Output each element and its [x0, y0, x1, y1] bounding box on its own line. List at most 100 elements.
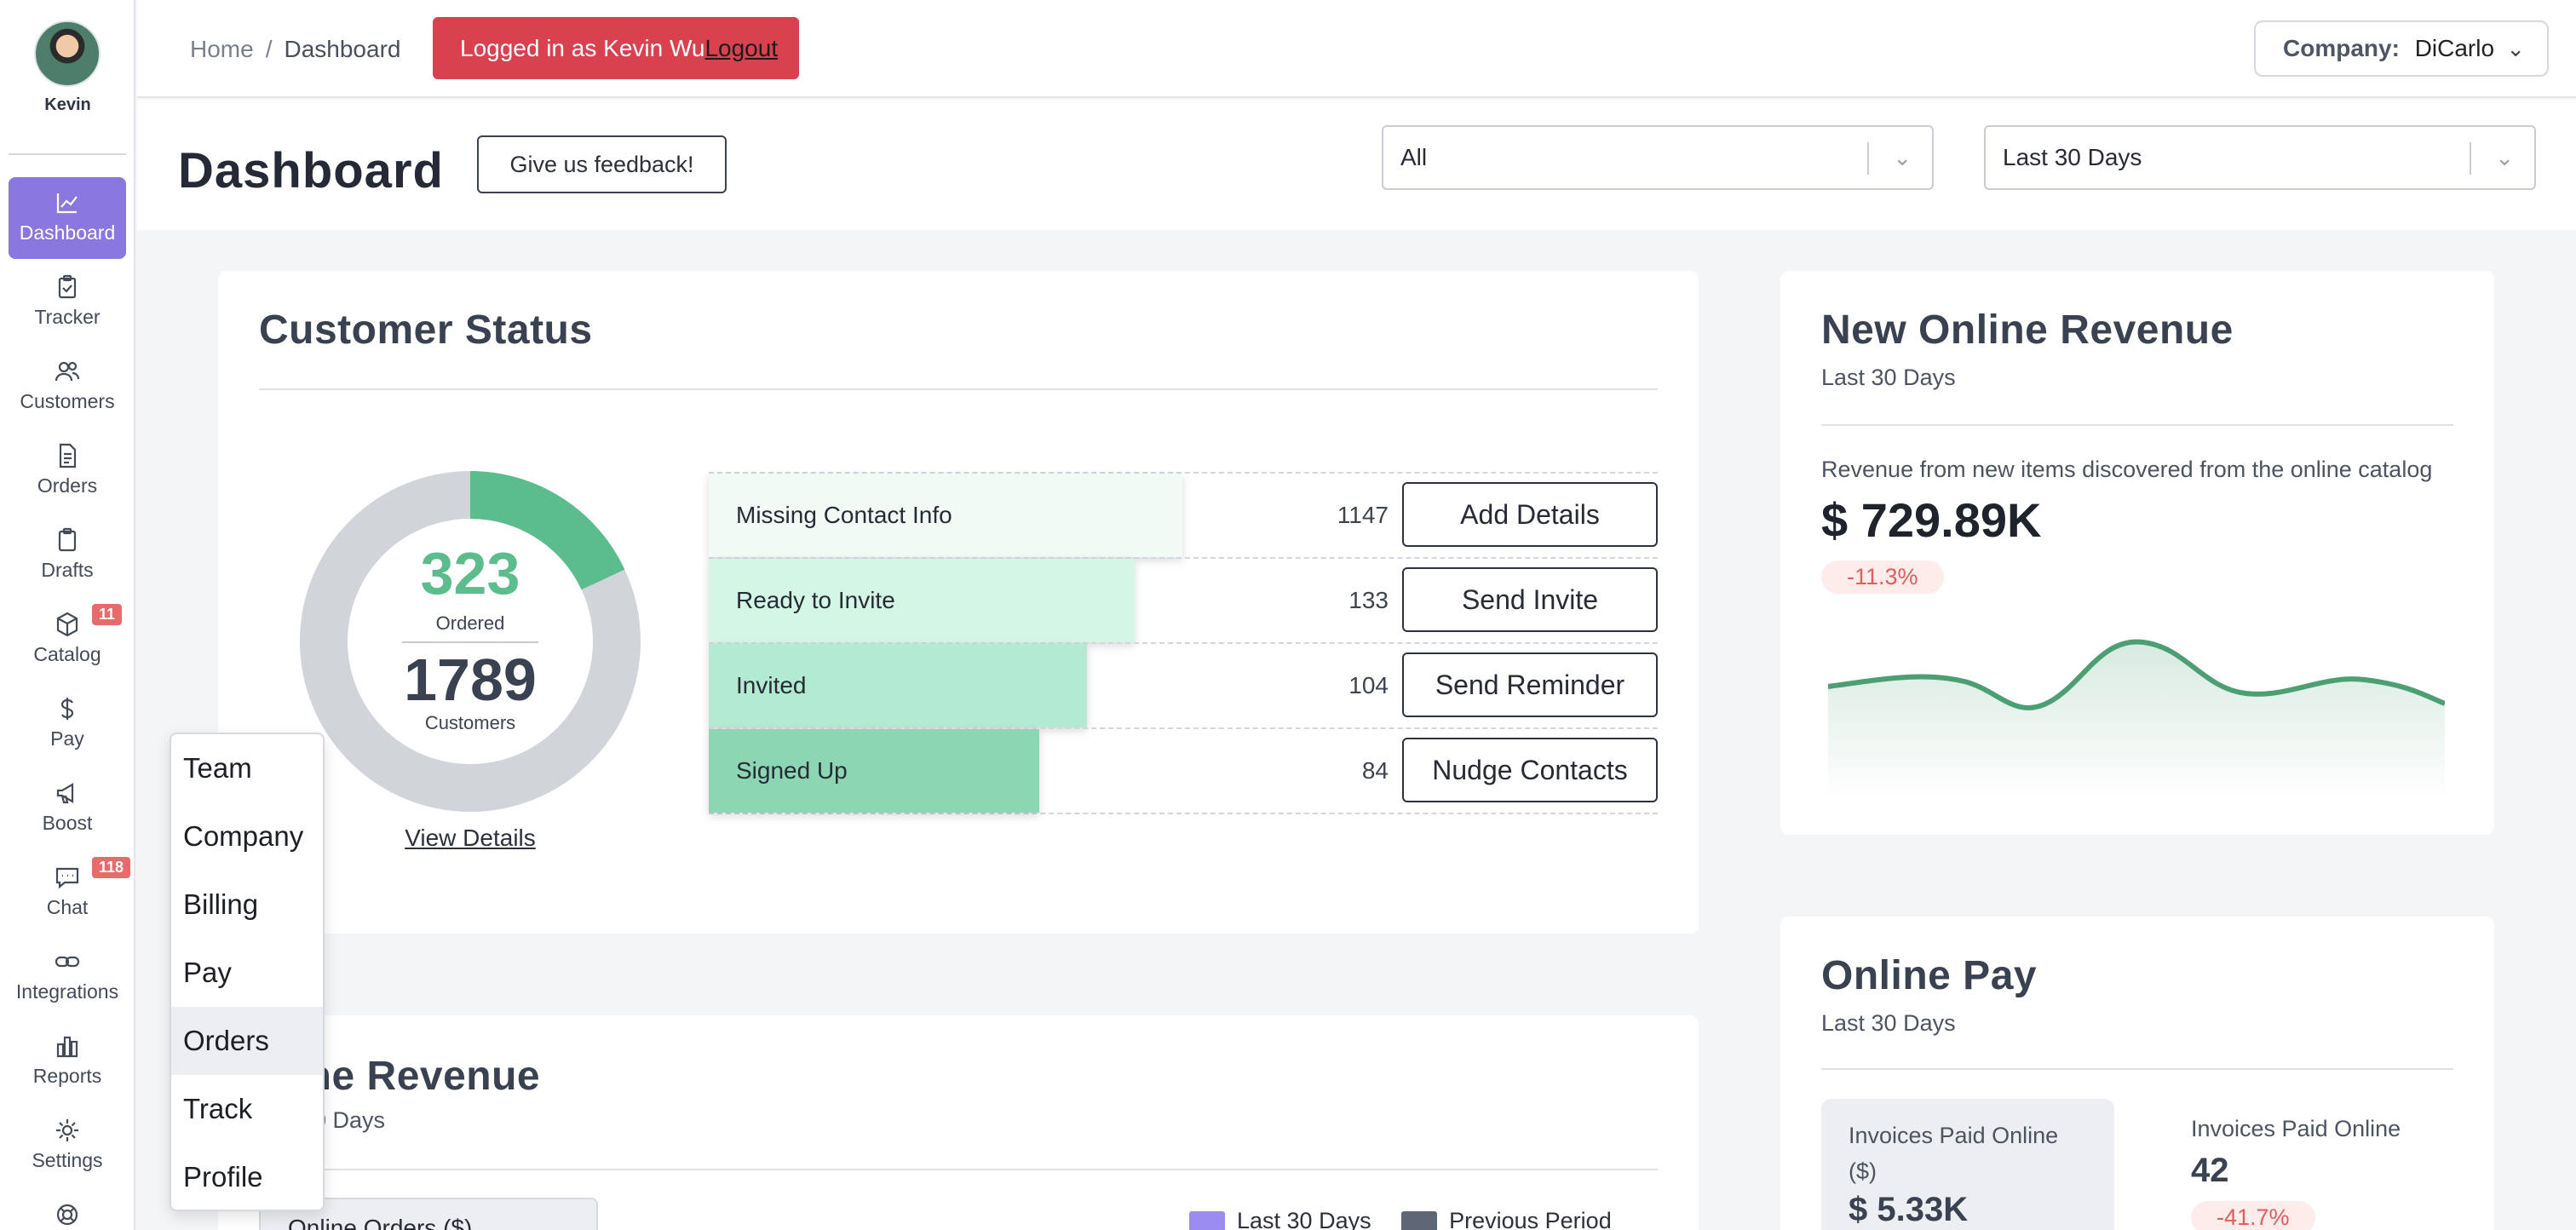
card-title: New Online Revenue [1821, 308, 2234, 353]
select-divider [1867, 142, 1869, 175]
send-reminder-button[interactable]: Send Reminder [1402, 652, 1658, 717]
sidebar-item-drafts[interactable]: Drafts [9, 514, 126, 596]
stat-box-invoices-paid-amount: Invoices Paid Online ($) $ 5.33K [1821, 1099, 2114, 1230]
status-bar: Signed Up [709, 729, 1039, 813]
legend-label: Last 30 Days [1237, 1208, 1371, 1230]
revenue-description: Revenue from new items discovered from t… [1821, 457, 2433, 482]
sidebar-item-chat[interactable]: Chat 118 [9, 852, 131, 934]
clipboard-check-icon [54, 273, 81, 301]
menu-item-orders[interactable]: Orders [171, 1007, 323, 1075]
online-revenue-card: line Revenue 0 Days Online Orders ($) La… [218, 1015, 1699, 1230]
status-count: 1147 [1337, 502, 1389, 528]
send-invite-button[interactable]: Send Invite [1402, 567, 1658, 632]
add-details-button[interactable]: Add Details [1402, 482, 1658, 547]
company-select[interactable]: Company: DiCarlo ⌄ [2254, 20, 2549, 77]
status-bar: Ready to Invite [709, 559, 1135, 642]
breadcrumb-separator: / [265, 36, 273, 62]
sidebar-item-dashboard[interactable]: Dashboard [9, 177, 126, 259]
revenue-sparkline [1828, 639, 2445, 799]
login-text: Logged in as Kevin Wu [460, 35, 705, 61]
customer-status-card: Customer Status 323 Ordered 1789 Custome… [218, 271, 1699, 934]
user-name: Kevin [44, 95, 91, 114]
top-header: Home / Dashboard Logged in as Kevin WuLogo… [137, 0, 2576, 98]
sidebar-item-label: Integrations [15, 980, 119, 1003]
sidebar-item-label: Dashboard [19, 221, 116, 244]
chart-legend: Last 30 Days Previous Period [1189, 1208, 1612, 1230]
sidebar-item-label: Customers [20, 390, 115, 412]
card-title: Online Pay [1821, 953, 2038, 998]
login-banner: Logged in as Kevin WuLogout [433, 17, 799, 79]
menu-item-billing[interactable]: Billing [171, 871, 323, 939]
avatar[interactable] [34, 20, 101, 87]
breadcrumb: Home / Dashboard [190, 36, 400, 63]
status-count: 104 [1348, 672, 1389, 698]
sidebar-item-customers[interactable]: Customers [9, 346, 126, 428]
filter-select[interactable]: All ⌄ [1382, 125, 1934, 190]
divider [1821, 424, 2453, 426]
divider [259, 1169, 1658, 1170]
menu-item-pay[interactable]: Pay [171, 939, 323, 1007]
status-row-ready-to-invite: Ready to Invite 133 Send Invite [709, 557, 1658, 642]
stat-change-badge: -41.7% [2191, 1201, 2315, 1230]
status-row-missing-contact: Missing Contact Info 1147 Add Details [709, 472, 1658, 557]
online-pay-card: Online Pay Last 30 Days Invoices Paid On… [1780, 917, 2494, 1230]
chat-count-badge: 118 [92, 857, 131, 878]
catalog-count-badge: 11 [92, 604, 123, 625]
clipboard-icon [54, 526, 81, 554]
status-row-invited: Invited 104 Send Reminder [709, 642, 1658, 727]
sidebar-item-help[interactable] [9, 1189, 126, 1230]
settings-dropdown-menu: Team Company Billing Pay Orders Track Pr… [170, 733, 325, 1211]
revenue-change-badge: -11.3% [1821, 560, 1944, 594]
sidebar-item-orders[interactable]: Orders [9, 430, 126, 512]
sidebar-item-settings[interactable]: Settings [9, 1105, 126, 1187]
sidebar-item-label: Drafts [41, 559, 94, 581]
sidebar-item-integrations[interactable]: Integrations [9, 936, 126, 1018]
new-online-revenue-card: New Online Revenue Last 30 Days Revenue … [1780, 271, 2494, 835]
chevron-down-icon[interactable]: ⌄ [1893, 127, 1912, 188]
date-range-value: Last 30 Days [2003, 144, 2142, 170]
users-icon [54, 358, 81, 385]
menu-item-profile[interactable]: Profile [171, 1143, 323, 1211]
sidebar-item-boost[interactable]: Boost [9, 767, 126, 849]
link-icon [54, 948, 81, 975]
select-divider [2470, 142, 2471, 175]
dollar-icon [54, 695, 81, 722]
sidebar-item-tracker[interactable]: Tracker [9, 262, 126, 343]
nudge-contacts-button[interactable]: Nudge Contacts [1402, 738, 1658, 802]
sidebar-item-label: Pay [50, 727, 84, 750]
customers-label: Customers [424, 712, 516, 733]
sidebar-item-reports[interactable]: Reports [9, 1020, 126, 1102]
legend-swatch-last-30-days [1189, 1210, 1225, 1230]
feedback-button[interactable]: Give us feedback! [477, 135, 727, 193]
sidebar-item-catalog[interactable]: Catalog 11 [9, 599, 126, 681]
stat-label: Invoices Paid Online ($) [1849, 1123, 2059, 1184]
stat-value: $ 5.33K [1849, 1191, 1969, 1228]
sidebar-item-label: Tracker [34, 306, 101, 328]
sidebar-item-label: Reports [32, 1065, 102, 1087]
sparkline-area [1828, 641, 2445, 799]
sidebar-item-label: Chat [46, 896, 89, 918]
breadcrumb-home[interactable]: Home [190, 36, 254, 62]
legend-label: Previous Period [1449, 1208, 1612, 1230]
status-row-signed-up: Signed Up 84 Nudge Contacts [709, 727, 1658, 814]
page-toolbar: Dashboard Give us feedback! All ⌄ Last 3… [137, 100, 2576, 230]
view-details-link[interactable]: View Details [300, 825, 641, 852]
chart-line-icon [54, 189, 81, 216]
date-range-select[interactable]: Last 30 Days ⌄ [1984, 125, 2536, 190]
legend-swatch-previous-period [1401, 1210, 1438, 1230]
menu-item-team[interactable]: Team [171, 734, 323, 802]
sidebar-item-pay[interactable]: Pay [9, 683, 126, 765]
divider [259, 388, 1658, 390]
filter-value: All [1400, 144, 1428, 170]
breadcrumb-current: Dashboard [284, 36, 401, 62]
menu-item-company[interactable]: Company [171, 802, 323, 871]
menu-item-track[interactable]: Track [171, 1075, 323, 1143]
chevron-down-icon: ⌄ [2506, 36, 2525, 61]
chevron-down-icon[interactable]: ⌄ [2495, 127, 2514, 188]
logout-link[interactable]: Logout [704, 35, 778, 61]
stat-value: 42 [2191, 1152, 2229, 1189]
customers-count: 1789 [404, 647, 537, 713]
company-value: DiCarlo [2414, 35, 2495, 61]
megaphone-icon [54, 779, 81, 807]
card-subtitle: Last 30 Days [1821, 1010, 1956, 1036]
